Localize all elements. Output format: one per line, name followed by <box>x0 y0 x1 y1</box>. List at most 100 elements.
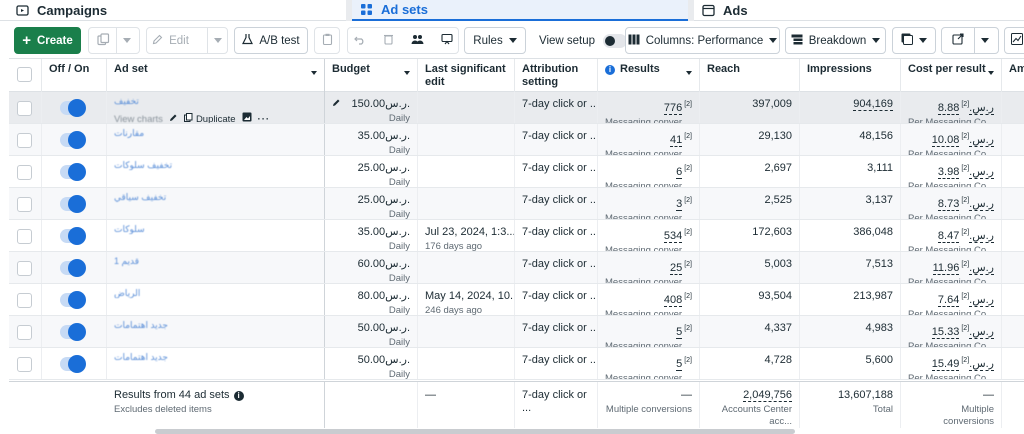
attribution-value: 7-day click or ... <box>522 98 598 110</box>
on-off-toggle[interactable] <box>60 259 86 277</box>
table-row[interactable]: الرياض 80.00ر.س. Daily May 14, 2024, 10.… <box>9 284 1024 316</box>
tab-ad-sets[interactable]: Ad sets <box>352 0 688 21</box>
duplicate-menu-button[interactable] <box>88 27 140 54</box>
row-checkbox[interactable] <box>17 261 32 276</box>
rules-button[interactable]: Rules <box>464 27 526 54</box>
row-checkbox[interactable] <box>17 229 32 244</box>
undo-icon[interactable] <box>348 34 371 48</box>
results-value[interactable]: 6 <box>676 165 683 179</box>
results-value[interactable]: 776 <box>663 101 683 115</box>
ab-test-button[interactable]: A/B test <box>234 27 308 54</box>
select-all-checkbox[interactable] <box>17 67 32 82</box>
info-icon[interactable]: i <box>605 64 615 75</box>
info-icon[interactable]: i <box>233 390 244 401</box>
results-value[interactable]: 534 <box>663 229 683 243</box>
row-checkbox[interactable] <box>17 325 32 340</box>
results-value[interactable]: 5 <box>676 325 683 339</box>
edit-button[interactable]: Edit <box>146 27 228 54</box>
ad-set-name-link[interactable]: الرياض <box>114 287 317 300</box>
more-options-icon[interactable]: ··· <box>258 113 271 124</box>
row-checkbox[interactable] <box>17 293 32 308</box>
reports-button[interactable] <box>892 27 936 54</box>
header-amount-spent[interactable]: Am <box>1002 59 1024 92</box>
ad-set-name-link[interactable]: جديد اهتمامات <box>114 319 317 332</box>
budget-cell[interactable]: 25.00ر.س. Daily <box>325 188 418 219</box>
table-row[interactable]: جديد اهتمامات 50.00ر.س. Daily 7-day clic… <box>9 316 1024 348</box>
on-off-toggle[interactable] <box>60 227 86 245</box>
view-charts-link[interactable]: View charts <box>114 113 163 124</box>
header-off-on[interactable]: Off / On <box>42 59 107 92</box>
table-row[interactable]: مقارنات 35.00ر.س. Daily 7-day click or .… <box>9 124 1024 156</box>
table-row[interactable]: جديد اهتمامات 50.00ر.س. Daily 7-day clic… <box>9 348 1024 380</box>
results-value[interactable]: 3 <box>676 197 683 211</box>
last-edit-value[interactable]: Jul 23, 2024, 1:3... <box>425 226 514 239</box>
on-off-toggle[interactable] <box>60 131 86 149</box>
ad-set-name-link[interactable]: سلوكات <box>114 223 317 236</box>
on-off-toggle[interactable] <box>60 291 86 309</box>
horizontal-scrollbar[interactable] <box>155 429 795 434</box>
results-value[interactable]: 408 <box>663 293 683 307</box>
header-reach[interactable]: Reach <box>700 59 800 92</box>
ad-set-name-link[interactable]: تخفيف سياقي <box>114 191 317 204</box>
header-attribution-setting[interactable]: Attribution setting <box>515 59 598 92</box>
budget-cell[interactable]: 80.00ر.س. Daily <box>325 284 418 315</box>
breakdown-button[interactable]: Breakdown <box>785 27 886 54</box>
budget-cell[interactable]: 150.00ر.س. Daily <box>325 92 418 123</box>
tab-campaigns[interactable]: Campaigns <box>0 0 346 21</box>
table-row[interactable]: تخفيف View charts Duplicate ··· 150.00ر.… <box>9 92 1024 124</box>
impressions-cell: 904,169 <box>800 92 901 123</box>
budget-cell[interactable]: 35.00ر.س. Daily <box>325 220 418 251</box>
delete-clipboard-button[interactable] <box>314 27 340 54</box>
on-off-toggle[interactable] <box>60 163 86 181</box>
ad-set-name-link[interactable]: تخفيف سلوكات <box>114 159 317 172</box>
columns-button[interactable]: Columns: Performance <box>625 27 780 54</box>
view-setup-toggle[interactable] <box>603 34 628 48</box>
trash-icon[interactable] <box>377 33 400 48</box>
header-cost-per-result[interactable]: Cost per result <box>901 59 1002 92</box>
audience-icon[interactable] <box>406 34 429 48</box>
budget-cell[interactable]: 50.00ر.س. Daily <box>325 316 418 347</box>
budget-cell[interactable]: 50.00ر.س. Daily <box>325 348 418 379</box>
table-row[interactable]: تخفيف سياقي 25.00ر.س. Daily 7-day click … <box>9 188 1024 220</box>
header-impressions[interactable]: Impressions <box>800 59 901 92</box>
results-value[interactable]: 25 <box>669 261 683 275</box>
preview-icon[interactable] <box>242 112 252 123</box>
ad-set-name-link[interactable]: تخفيف <box>114 95 317 108</box>
table-row[interactable]: تخفيف سلوكات 25.00ر.س. Daily 7-day click… <box>9 156 1024 188</box>
on-off-toggle[interactable] <box>60 355 86 373</box>
edit-budget-icon[interactable] <box>332 98 341 111</box>
last-edit-age: 246 days ago <box>425 305 483 315</box>
budget-cell[interactable]: 35.00ر.س. Daily <box>325 124 418 155</box>
row-checkbox[interactable] <box>17 197 32 212</box>
ad-set-name-link[interactable]: قديم 1 <box>114 255 317 268</box>
ad-set-name-link[interactable]: مقارنات <box>114 127 317 140</box>
pencil-icon[interactable] <box>169 113 178 124</box>
footer-attribution: 7-day click or ... <box>515 382 598 428</box>
ad-set-name-link[interactable]: جديد اهتمامات <box>114 351 317 364</box>
on-off-toggle[interactable] <box>60 195 86 213</box>
row-checkbox[interactable] <box>17 357 32 372</box>
ad-set-name-cell: تخفيف سلوكات <box>107 156 325 187</box>
budget-cell[interactable]: 60.00ر.س. Daily <box>325 252 418 283</box>
results-value[interactable]: 5 <box>676 357 683 371</box>
tab-ads[interactable]: Ads <box>694 0 1024 21</box>
on-off-toggle[interactable] <box>60 323 86 341</box>
header-budget[interactable]: Budget <box>325 59 418 92</box>
table-row[interactable]: قديم 1 60.00ر.س. Daily 7-day click or ..… <box>9 252 1024 284</box>
row-checkbox[interactable] <box>17 165 32 180</box>
export-button[interactable] <box>941 27 999 54</box>
row-checkbox[interactable] <box>17 101 32 116</box>
header-results[interactable]: i Results <box>598 59 700 92</box>
results-value[interactable]: 41 <box>669 133 683 147</box>
table-row[interactable]: سلوكات 35.00ر.س. Daily Jul 23, 2024, 1:3… <box>9 220 1024 252</box>
create-button[interactable]: + Create <box>14 27 81 54</box>
row-checkbox[interactable] <box>17 133 32 148</box>
share-icon[interactable] <box>435 33 458 48</box>
last-edit-value[interactable]: May 14, 2024, 10... <box>425 290 514 303</box>
on-off-toggle[interactable] <box>60 99 86 117</box>
charts-toggle-button[interactable] <box>1004 27 1024 54</box>
header-ad-set[interactable]: Ad set <box>107 59 325 92</box>
header-last-significant-edit[interactable]: Last significant edit <box>418 59 515 92</box>
budget-cell[interactable]: 25.00ر.س. Daily <box>325 156 418 187</box>
duplicate-row-button[interactable]: Duplicate <box>183 112 236 123</box>
